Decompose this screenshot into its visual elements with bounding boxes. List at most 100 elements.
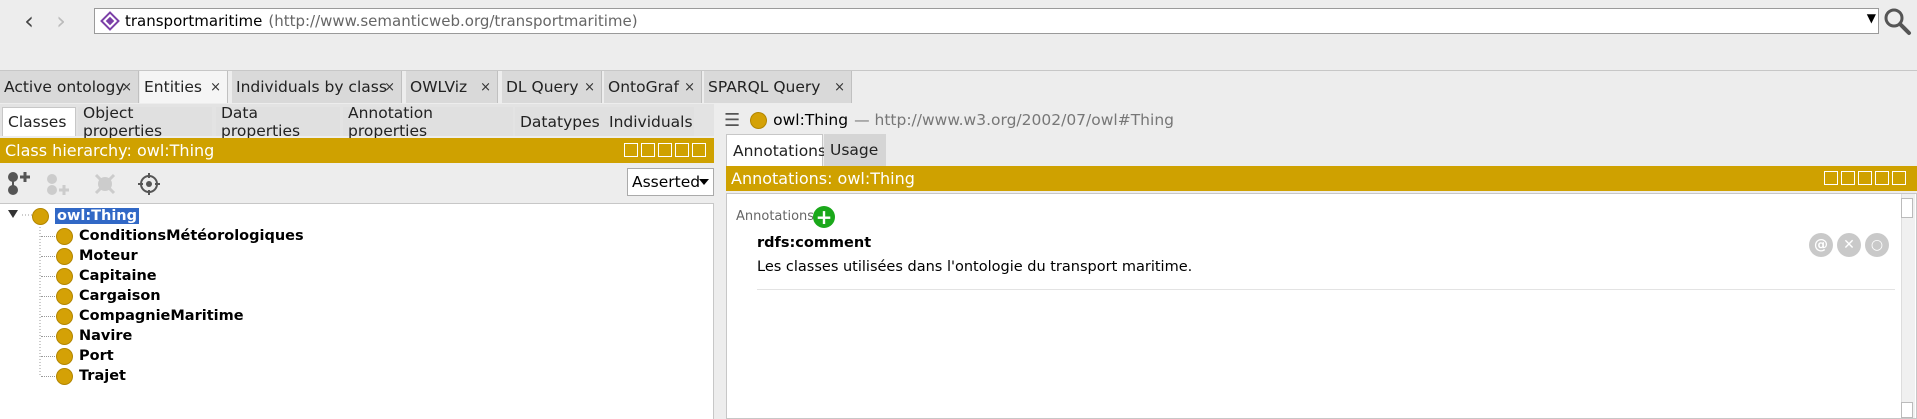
class-label: Trajet — [79, 368, 126, 384]
tree-root-owl-thing[interactable]: owl:Thing — [32, 206, 140, 226]
annotate-annotation-button[interactable]: @ — [1809, 233, 1833, 257]
tree-node-class[interactable]: ConditionsMétéorologiques — [41, 226, 304, 246]
close-view-icon[interactable] — [1892, 171, 1906, 185]
chevron-down-icon — [699, 179, 709, 185]
class-icon — [56, 287, 73, 305]
forward-button[interactable]: › — [48, 7, 74, 35]
close-icon[interactable]: × — [480, 80, 491, 95]
add-subclass-icon[interactable] — [6, 171, 32, 197]
tree-connector — [41, 336, 55, 337]
close-icon[interactable]: × — [384, 80, 395, 95]
tree-connector — [41, 276, 55, 277]
back-button[interactable]: ‹ — [16, 7, 42, 35]
class-icon — [56, 227, 73, 245]
class-hierarchy-header: Class hierarchy: owl:Thing — [0, 138, 714, 163]
tab-label: DL Query — [506, 78, 579, 96]
subtab-datatypes[interactable]: Datatypes — [515, 107, 604, 136]
minimize-icon[interactable] — [1858, 171, 1872, 185]
subtab-classes[interactable]: Classes — [2, 107, 76, 136]
close-icon[interactable]: × — [210, 80, 221, 95]
help-icon[interactable] — [624, 143, 638, 157]
vertical-scrollbar[interactable] — [1901, 194, 1915, 418]
entity-header: ☰ owl:Thing — http://www.w3.org/2002/07/… — [714, 104, 1917, 136]
tree-connector — [41, 296, 55, 297]
entity-type-tabs: Classes Object properties Data propertie… — [0, 104, 714, 140]
add-sibling-icon[interactable] — [44, 171, 70, 197]
edit-annotation-button[interactable]: ○ — [1865, 233, 1889, 257]
class-icon — [56, 327, 73, 345]
tab-active-ontology[interactable]: Active ontology × — [0, 71, 139, 103]
class-label: Cargaison — [79, 288, 161, 304]
scrollbar-up-button[interactable] — [1901, 198, 1913, 218]
close-view-icon[interactable] — [692, 143, 706, 157]
tree-connector — [41, 376, 55, 377]
delete-annotation-button[interactable]: ✕ — [1837, 233, 1861, 257]
tree-node-class[interactable]: Trajet — [41, 366, 126, 386]
class-icon — [750, 111, 768, 129]
class-icon — [56, 347, 73, 365]
tree-node-class[interactable]: Cargaison — [41, 286, 161, 306]
tree-connectors — [8, 210, 41, 376]
add-annotation-button[interactable]: + — [813, 206, 835, 228]
help-icon[interactable] — [1824, 171, 1838, 185]
tree-node-class[interactable]: Port — [41, 346, 114, 366]
close-icon[interactable]: × — [684, 80, 695, 95]
delete-class-icon[interactable] — [92, 171, 118, 197]
tree-node-class[interactable]: Moteur — [41, 246, 138, 266]
subtab-individuals[interactable]: Individuals — [604, 107, 694, 136]
class-label: CompagnieMaritime — [79, 308, 244, 324]
ontology-uri: (http://www.semanticweb.org/transportmar… — [268, 12, 638, 30]
class-icon — [56, 367, 73, 385]
tab-label: OWLViz — [410, 78, 468, 96]
minimize-icon[interactable] — [658, 143, 672, 157]
class-label: Port — [79, 348, 114, 364]
scrollbar-down-button[interactable] — [1901, 402, 1913, 418]
tab-dl-query[interactable]: DL Query × — [502, 71, 602, 103]
tree-connector — [41, 236, 55, 237]
annotations-panel: Annotations: + rdfs:comment Les classes … — [726, 193, 1917, 419]
tab-owlviz[interactable]: OWLViz × — [406, 71, 498, 103]
tree-node-class[interactable]: Capitaine — [41, 266, 157, 286]
menu-icon[interactable]: ☰ — [724, 110, 740, 131]
close-icon[interactable]: × — [121, 80, 132, 95]
class-icon — [32, 207, 49, 225]
subtab-object-properties[interactable]: Object properties — [78, 104, 212, 140]
hierarchy-mode-value: Asserted — [632, 173, 701, 191]
dropdown-arrow-icon[interactable]: ▼ — [1867, 11, 1876, 25]
close-icon[interactable]: × — [584, 80, 595, 95]
tree-node-class[interactable]: CompagnieMaritime — [41, 306, 244, 326]
annotation-divider — [757, 289, 1895, 290]
find-usage-icon[interactable] — [136, 171, 162, 197]
class-label: Navire — [79, 328, 133, 344]
split-icon[interactable] — [1841, 171, 1855, 185]
tree-node-class[interactable]: Navire — [41, 326, 133, 346]
class-label: owl:Thing — [55, 208, 140, 224]
annotations-title: Annotations: owl:Thing — [731, 169, 915, 188]
class-icon — [56, 307, 73, 325]
tab-annotations[interactable]: Annotations — [726, 134, 826, 166]
split-icon[interactable] — [641, 143, 655, 157]
tab-label: OntoGraf — [608, 78, 679, 96]
class-icon — [56, 247, 73, 265]
annotation-value: Les classes utilisées dans l'ontologie d… — [757, 259, 1193, 275]
search-icon[interactable] — [1882, 6, 1912, 36]
annotations-header: Annotations: owl:Thing — [726, 166, 1917, 191]
annotations-section-label: Annotations: — [736, 209, 819, 224]
subtab-data-properties[interactable]: Data properties — [216, 104, 340, 140]
tab-entities[interactable]: Entities × — [140, 71, 228, 103]
tab-label: Individuals by class — [236, 78, 387, 96]
tab-ontograf[interactable]: OntoGraf × — [604, 71, 702, 103]
tree-connector — [41, 356, 55, 357]
hierarchy-mode-select[interactable]: Asserted — [627, 168, 714, 196]
close-icon[interactable]: × — [834, 80, 845, 95]
subtab-annotation-properties[interactable]: Annotation properties — [343, 104, 513, 140]
tab-label: Entities — [144, 78, 202, 96]
tab-individuals-by-class[interactable]: Individuals by class × — [232, 71, 402, 103]
maximize-icon[interactable] — [1875, 171, 1889, 185]
ontology-address-field[interactable]: transportmaritime (http://www.semanticwe… — [94, 8, 1879, 34]
main-tab-bar: Active ontology × Entities × Individuals b… — [0, 70, 1917, 103]
maximize-icon[interactable] — [675, 143, 689, 157]
ontology-name: transportmaritime — [125, 12, 263, 30]
tab-sparql-query[interactable]: SPARQL Query × — [704, 71, 852, 103]
tab-usage[interactable]: Usage — [824, 134, 886, 166]
